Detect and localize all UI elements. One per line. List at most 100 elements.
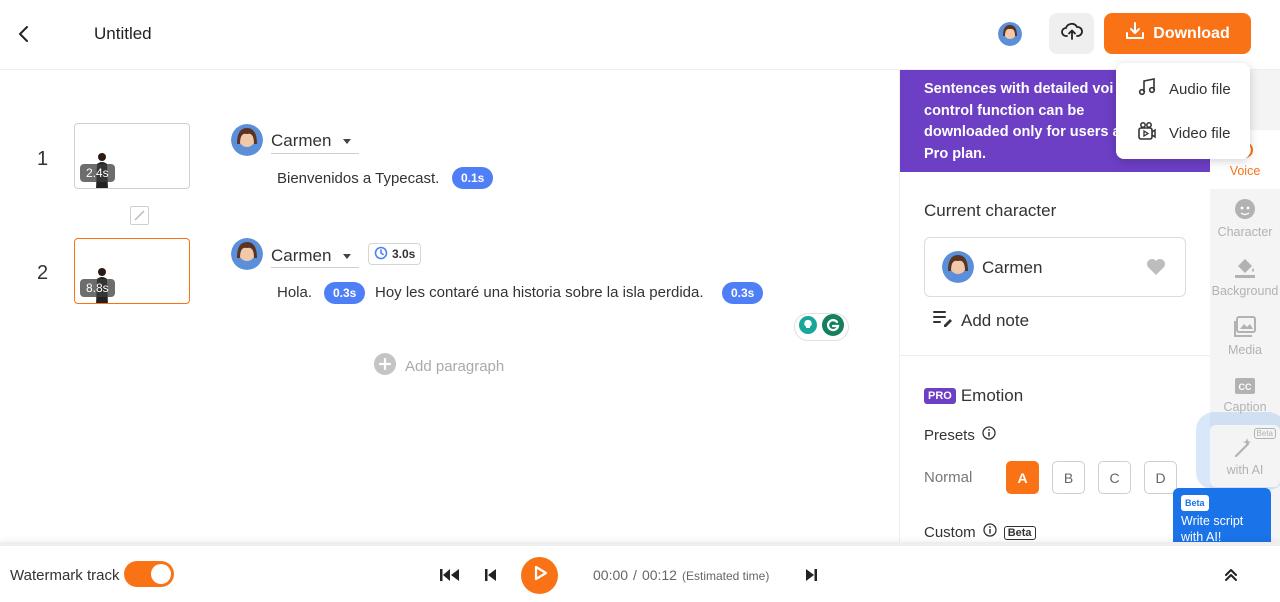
presets-label-row: Presets bbox=[924, 426, 996, 445]
timer-value: 3.0s bbox=[392, 247, 416, 261]
tab-label: with AI bbox=[1226, 462, 1264, 477]
edit-note-icon bbox=[933, 309, 953, 332]
add-note-button[interactable]: Add note bbox=[933, 309, 1029, 332]
paint-bucket-icon bbox=[1234, 257, 1256, 282]
watermark-track-label: Watermark track bbox=[10, 567, 120, 584]
emotion-heading: PRO Emotion bbox=[924, 386, 1023, 406]
character-name: Carmen bbox=[982, 258, 1043, 277]
tab-with-ai[interactable]: with AI Beta bbox=[1210, 425, 1280, 487]
image-icon bbox=[1233, 316, 1257, 341]
tab-label: Voice bbox=[1229, 164, 1261, 178]
preset-d-button[interactable]: D bbox=[1144, 461, 1177, 494]
add-paragraph-button[interactable]: Add paragraph bbox=[374, 353, 504, 380]
section-divider bbox=[900, 355, 1210, 356]
preset-c-button[interactable]: C bbox=[1098, 461, 1131, 494]
preset-a-button[interactable]: A bbox=[1006, 461, 1039, 494]
video-file-icon bbox=[1137, 121, 1157, 145]
voice-avatar[interactable] bbox=[231, 238, 263, 270]
scene-thumbnail-active[interactable]: 8.8s bbox=[74, 238, 190, 304]
custom-label-row: Custom Beta bbox=[924, 523, 1036, 542]
tab-label: Character bbox=[1217, 225, 1273, 239]
paragraph-number: 2 bbox=[37, 262, 49, 284]
paragraph-timer-badge[interactable]: 3.0s bbox=[368, 243, 422, 265]
download-label: Download bbox=[1153, 24, 1230, 42]
skip-to-start-icon[interactable] bbox=[440, 568, 460, 587]
magic-wand-icon bbox=[1233, 436, 1257, 461]
pause-badge[interactable]: 0.3s bbox=[324, 282, 366, 304]
play-button[interactable] bbox=[521, 557, 558, 594]
caption-cc-icon: CC bbox=[1234, 377, 1256, 398]
info-icon[interactable] bbox=[982, 426, 996, 445]
next-icon[interactable] bbox=[804, 568, 818, 587]
timer-icon bbox=[374, 246, 388, 263]
cloud-upload-button[interactable] bbox=[1049, 13, 1094, 54]
voice-select-underline bbox=[271, 267, 359, 268]
voice-avatar[interactable] bbox=[231, 124, 263, 156]
sentence-text[interactable]: Hoy les contaré una historia sobre la is… bbox=[375, 284, 704, 301]
back-arrow-icon[interactable] bbox=[12, 22, 36, 46]
beta-badge: Beta bbox=[1253, 428, 1276, 439]
emotion-title: Emotion bbox=[960, 386, 1024, 405]
previous-icon[interactable] bbox=[484, 568, 498, 587]
document-title[interactable]: Untitled bbox=[94, 24, 152, 44]
time-total: 00:12 bbox=[641, 567, 677, 583]
plus-circle-icon bbox=[374, 353, 396, 380]
chevron-down-icon[interactable] bbox=[343, 139, 351, 144]
character-card[interactable]: Carmen bbox=[924, 237, 1186, 297]
lightbulb-icon bbox=[799, 315, 817, 339]
info-icon[interactable] bbox=[983, 523, 997, 542]
playback-bar: Watermark track 00:00 / 00:12 (Estimated… bbox=[0, 542, 1280, 602]
add-note-label: Add note bbox=[961, 310, 1030, 330]
beta-badge: Beta bbox=[1181, 495, 1209, 511]
pro-badge: PRO bbox=[924, 388, 956, 404]
grammarly-icon bbox=[822, 313, 844, 341]
voice-name[interactable]: Carmen bbox=[271, 246, 331, 266]
top-header: Untitled Download bbox=[0, 0, 1280, 70]
sentence-text[interactable]: Bienvenidos a Typecast. bbox=[277, 170, 439, 187]
cloud-upload-icon bbox=[1060, 21, 1083, 46]
paragraph-number: 1 bbox=[37, 148, 49, 170]
chevron-down-icon[interactable] bbox=[343, 254, 351, 259]
presets-label: Presets bbox=[924, 427, 975, 444]
time-display: 00:00 / 00:12 (Estimated time) bbox=[593, 567, 769, 583]
tab-background[interactable]: Background bbox=[1210, 248, 1280, 307]
pause-badge[interactable]: 0.1s bbox=[452, 167, 494, 189]
tab-label: Background bbox=[1211, 284, 1279, 298]
watermark-toggle[interactable] bbox=[124, 561, 174, 587]
write-script-ai-tooltip[interactable]: Beta Write script with AI! bbox=[1173, 488, 1271, 548]
writing-assistant-widget[interactable] bbox=[794, 313, 849, 341]
menu-item-label: Audio file bbox=[1169, 80, 1231, 98]
svg-text:CC: CC bbox=[1239, 382, 1252, 392]
user-avatar[interactable] bbox=[998, 22, 1022, 46]
menu-item-audio-file[interactable]: Audio file bbox=[1116, 67, 1250, 111]
menu-item-label: Video file bbox=[1169, 124, 1231, 142]
voice-name[interactable]: Carmen bbox=[271, 131, 331, 151]
tab-label: Media bbox=[1227, 343, 1263, 357]
preset-b-button[interactable]: B bbox=[1052, 461, 1085, 494]
tab-character[interactable]: Character bbox=[1210, 189, 1280, 248]
add-paragraph-label: Add paragraph bbox=[405, 358, 505, 375]
scene-duration: 8.8s bbox=[80, 279, 115, 297]
download-button[interactable]: Download bbox=[1104, 13, 1251, 54]
tooltip-text: Write script with AI! bbox=[1181, 514, 1244, 544]
time-separator: / bbox=[633, 567, 637, 583]
custom-label: Custom bbox=[924, 524, 976, 541]
heart-icon[interactable] bbox=[1146, 258, 1166, 281]
play-icon bbox=[532, 565, 548, 586]
pause-badge[interactable]: 0.3s bbox=[722, 282, 764, 304]
current-character-heading: Current character bbox=[924, 201, 1057, 220]
sentence-text[interactable]: Hola. bbox=[277, 284, 312, 301]
tab-media[interactable]: Media bbox=[1210, 307, 1280, 366]
beta-badge: Beta bbox=[1003, 525, 1036, 540]
character-avatar bbox=[942, 251, 974, 283]
split-merge-icon[interactable] bbox=[130, 206, 149, 225]
music-note-icon bbox=[1137, 77, 1157, 101]
scene-thumbnail[interactable]: 2.4s bbox=[74, 123, 190, 189]
download-icon bbox=[1125, 21, 1145, 46]
menu-item-video-file[interactable]: Video file bbox=[1116, 111, 1250, 155]
normal-label: Normal bbox=[924, 469, 973, 486]
expand-up-icon[interactable] bbox=[1223, 566, 1239, 587]
download-menu: Audio file Video file bbox=[1116, 63, 1250, 159]
character-face-icon bbox=[1234, 198, 1256, 223]
toggle-knob bbox=[151, 564, 171, 584]
